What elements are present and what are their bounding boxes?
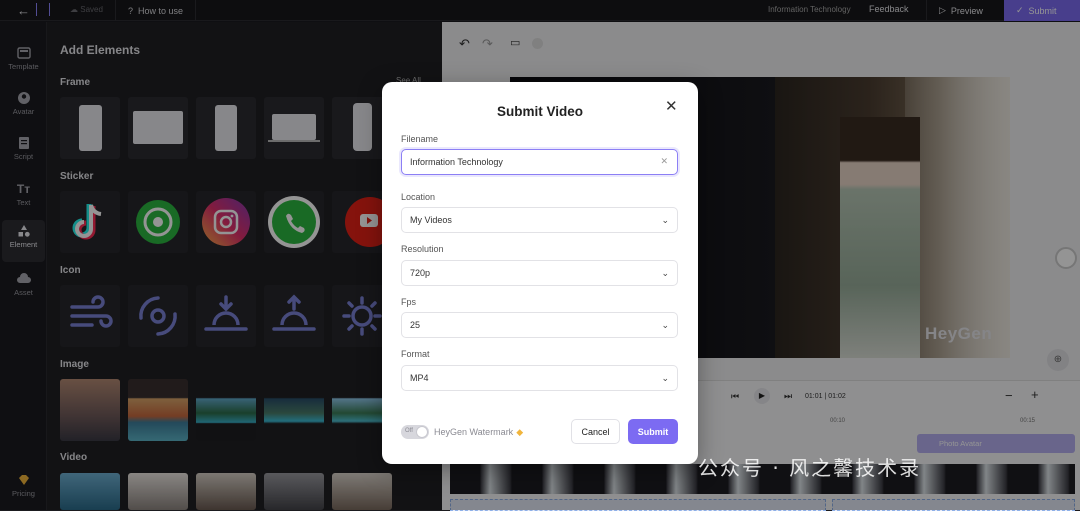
cancel-button[interactable]: Cancel [571,419,620,444]
resolution-label: Resolution [401,244,444,254]
chevron-down-icon: ⌄ [661,215,669,225]
clear-icon[interactable]: ✕ [660,156,668,167]
chevron-down-icon: ⌄ [661,320,669,330]
fps-value: 25 [410,320,421,330]
submit-button[interactable]: Submit [628,419,678,444]
chevron-down-icon: ⌄ [661,373,669,383]
fps-label: Fps [401,297,417,307]
filename-input[interactable]: Information Technology ✕ [401,149,678,175]
location-select[interactable]: My Videos ⌄ [401,207,678,233]
toggle-off-label: Off [405,428,413,434]
toggle-knob [416,426,428,438]
format-value: MP4 [410,373,429,383]
filename-value: Information Technology [410,157,503,167]
fps-select[interactable]: 25 ⌄ [401,312,678,338]
watermark-toggle[interactable]: Off [401,425,429,439]
resolution-select[interactable]: 720p ⌄ [401,260,678,286]
filename-label: Filename [401,134,439,144]
wechat-watermark: 公众号 · 风之馨技术录 [698,456,922,480]
chevron-down-icon: ⌄ [661,268,669,278]
dialog-title: Submit Video [496,104,583,119]
format-select[interactable]: MP4 ⌄ [401,365,678,391]
submit-video-dialog: Submit Video ✕ Filename Information Tech… [382,82,698,464]
watermark-label: HeyGen Watermark [434,427,514,437]
resolution-value: 720p [410,268,431,278]
diamond-icon: ◆ [516,427,524,437]
watermark-label-row: HeyGen Watermark ◆ [434,427,523,438]
close-icon[interactable]: ✕ [665,97,678,115]
location-value: My Videos [410,215,452,225]
location-label: Location [401,192,436,202]
format-label: Format [401,349,430,359]
